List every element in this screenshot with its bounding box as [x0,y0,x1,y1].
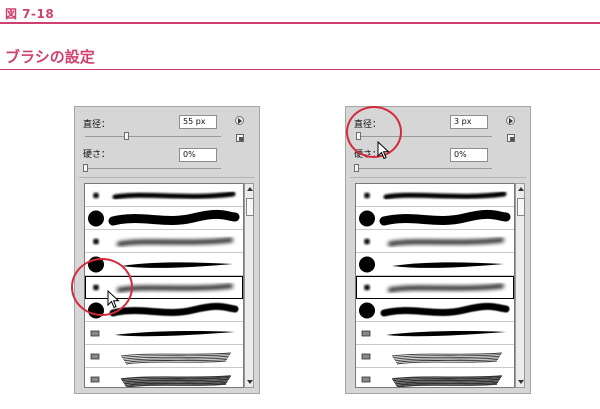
hardness-field[interactable]: 0% [450,148,488,162]
brush-preset-row[interactable] [85,345,243,368]
brush-preset-soft-round [364,238,504,246]
figure-label: 図 7-18 [5,7,55,21]
brush-preset-dry-brush [361,375,503,387]
brush-preset-soft-round [93,191,236,200]
brush-preset-hard-round-taper [359,256,504,273]
mouse-pointer-icon [377,141,390,160]
panel-menu-icon[interactable] [235,116,244,125]
brush-preset-row[interactable] [85,230,243,253]
brush-preset-chalk [90,352,232,365]
size-label: 直径： [83,120,111,130]
title-rule [0,69,600,70]
brush-preset-soft-round [93,238,233,246]
brush-preset-row[interactable] [356,345,514,368]
figure-header: 図 7-18 [0,0,600,24]
new-preset-icon[interactable] [507,134,515,142]
new-preset-icon[interactable] [236,134,244,142]
scroll-down-icon[interactable] [247,380,253,384]
brush-preset-row[interactable] [356,322,514,345]
brush-preset-row[interactable] [85,322,243,345]
size-field[interactable]: 55 px [179,115,217,129]
scroll-down-icon[interactable] [518,380,524,384]
scrollbar[interactable] [244,183,254,388]
hardness-slider-track [85,168,221,169]
brush-preset-row[interactable] [356,230,514,253]
brush-preset-row[interactable] [356,299,514,322]
brush-preset-chalk [361,352,503,365]
panel-menu-icon[interactable] [506,116,515,125]
brush-preset-leaf [361,330,506,337]
brush-preset-row[interactable] [356,253,514,276]
size-slider-track [85,136,221,137]
hardness-slider-track [356,168,492,169]
brush-preset-row[interactable] [356,184,514,207]
scroll-up-icon[interactable] [247,187,253,191]
brush-preset-hard-round [359,302,510,319]
brush-preset-row[interactable] [356,207,514,230]
brush-preset-hard-round [359,209,511,227]
brush-preset-row[interactable] [356,368,514,387]
brush-preset-row[interactable] [356,276,514,299]
brush-preset-dry-brush [90,375,232,387]
scroll-thumb[interactable] [246,198,254,216]
hardness-field[interactable]: 0% [179,148,217,162]
hardness-slider-thumb[interactable] [354,164,359,172]
size-field[interactable]: 3 px [450,115,488,129]
header-rule [0,22,600,24]
hardness-label: 硬さ： [83,150,111,160]
scrollbar[interactable] [515,183,525,388]
brush-preset-hard-round [88,209,240,227]
brush-preset-soft-round [364,284,504,292]
brush-preset-leaf [90,330,235,337]
hardness-slider-thumb[interactable] [83,164,88,172]
highlight-circle-preset [71,258,133,316]
brush-preset-row[interactable] [85,184,243,207]
divider [350,177,526,178]
brush-preset-row[interactable] [85,368,243,387]
highlight-circle-slider [346,106,402,158]
divider [79,177,255,178]
brush-preset-row[interactable] [85,207,243,230]
figure-title: ブラシの設定 [5,48,95,66]
brush-preset-list [355,183,515,388]
size-slider-thumb[interactable] [124,132,130,140]
brush-settings-panel-left: 直径： 55 px 硬さ： 0% [74,106,260,394]
scroll-thumb[interactable] [517,198,525,216]
scroll-up-icon[interactable] [518,187,524,191]
mouse-pointer-icon [107,290,120,309]
brush-preset-soft-round [364,191,507,200]
